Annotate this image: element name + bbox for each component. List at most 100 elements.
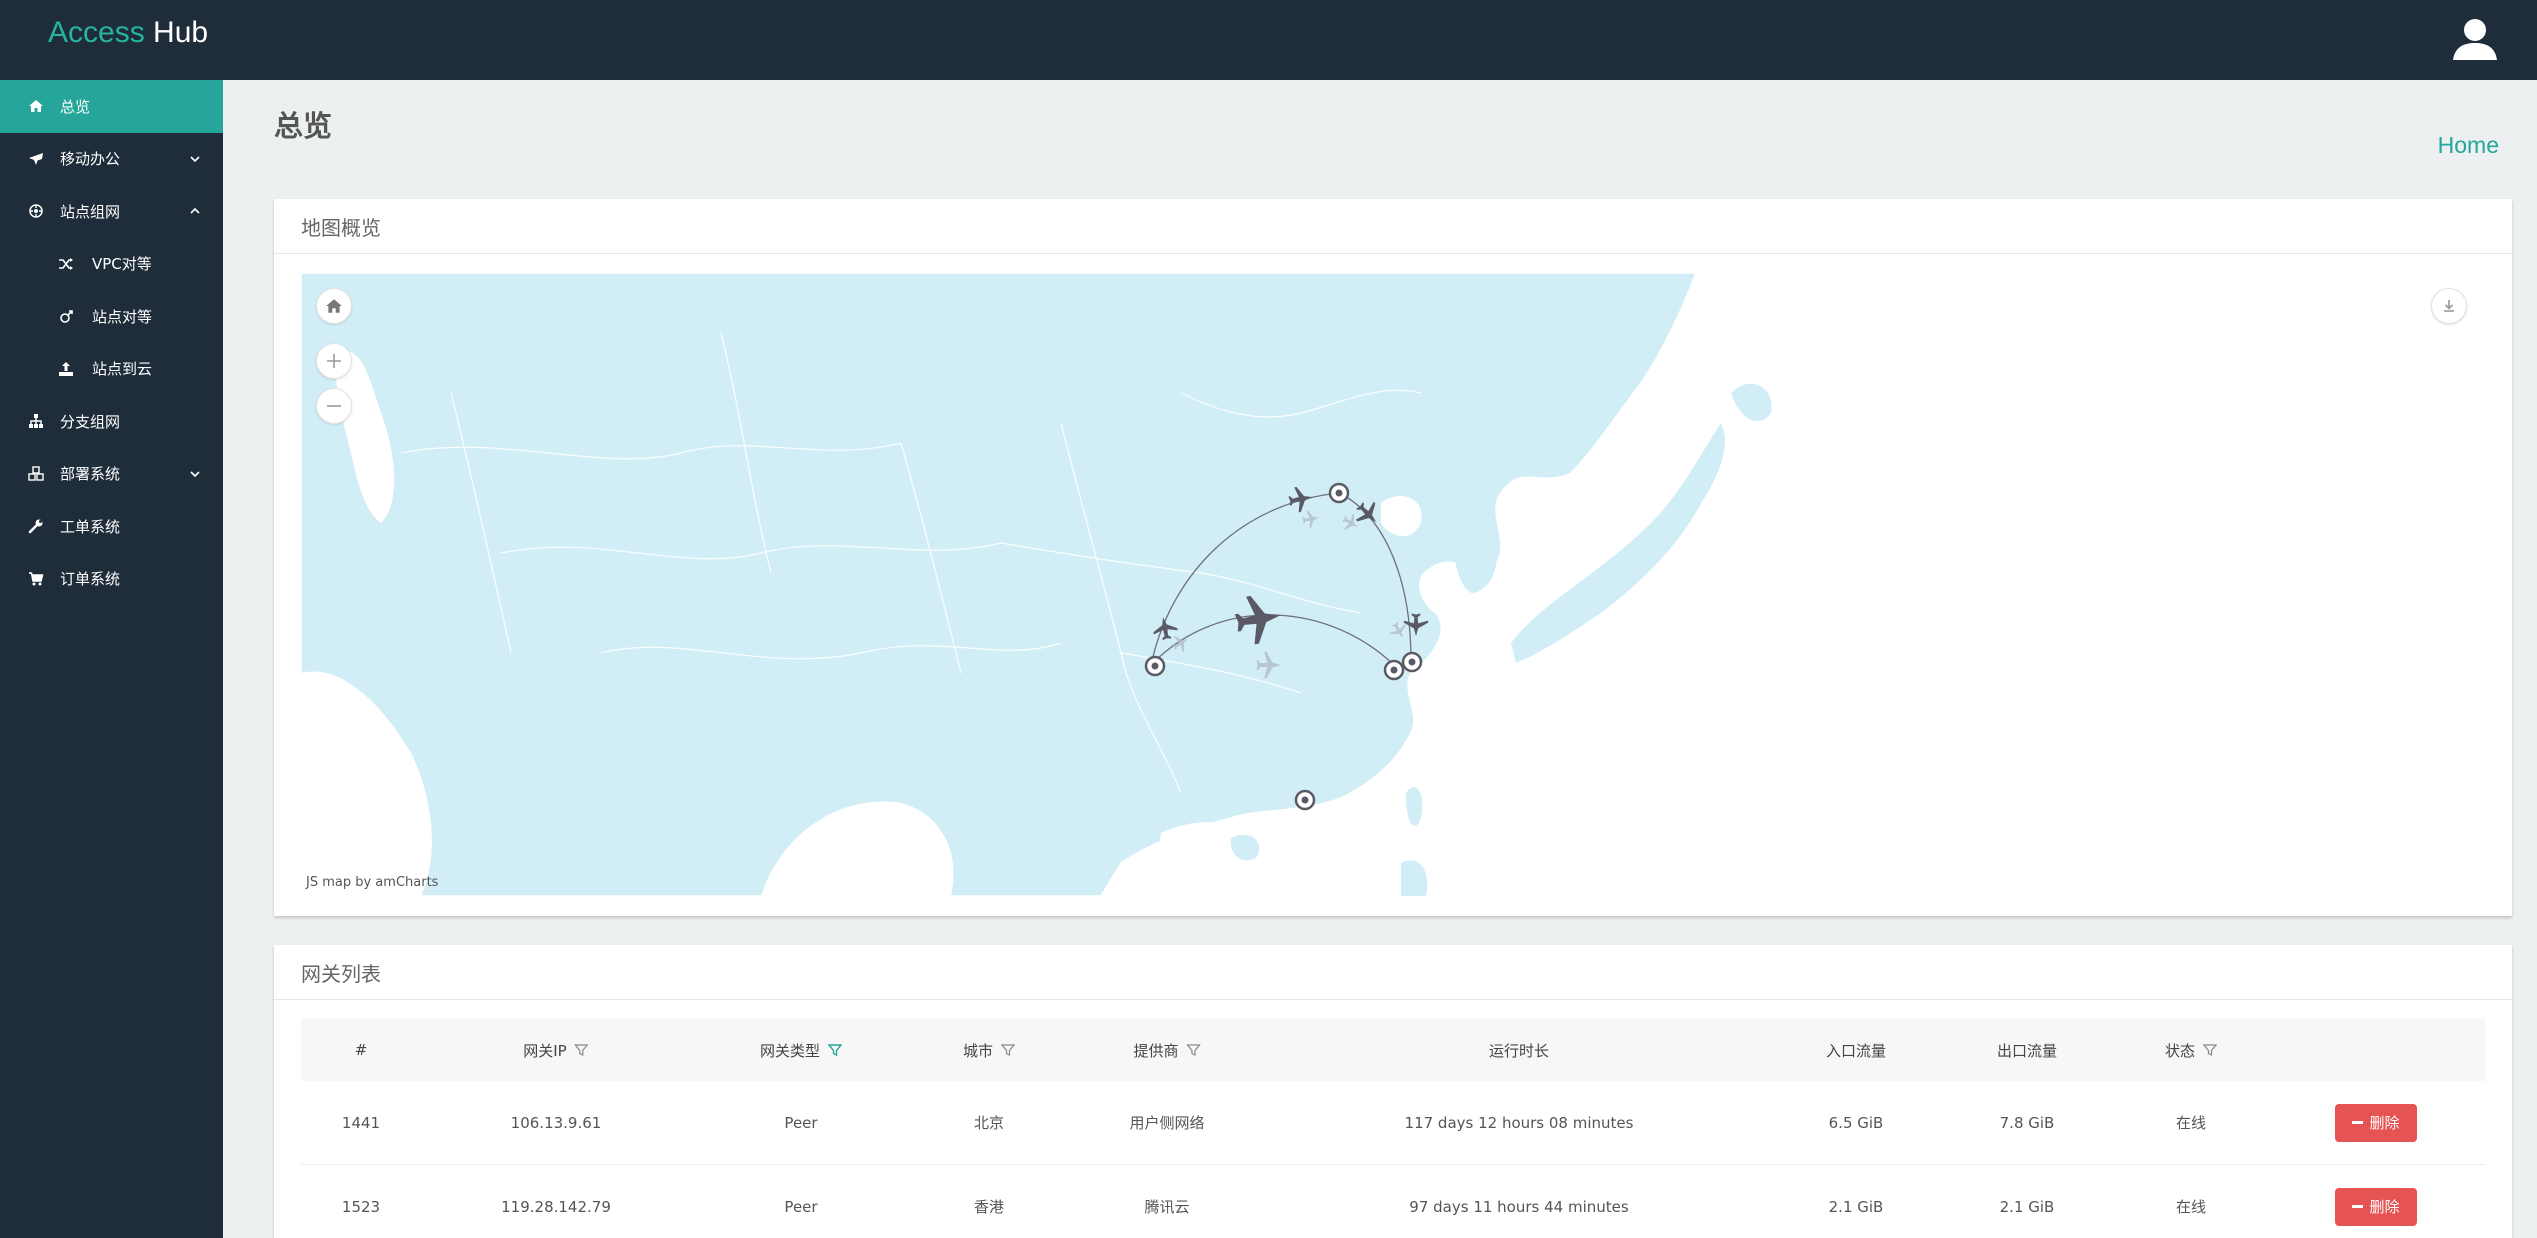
sidebar-item-label: 订单系统 <box>60 570 121 589</box>
column-header-uptime: 运行时长 <box>1489 1019 1549 1081</box>
column-header-id: # <box>355 1019 368 1081</box>
column-header-status[interactable]: 状态 <box>2164 1019 2218 1081</box>
sidebar-item-label: 总览 <box>60 97 91 116</box>
column-header-outbound-traffic: 出口流量 <box>1997 1019 2057 1081</box>
delete-button[interactable]: 删除 <box>2335 1187 2417 1226</box>
cell-city: 香港 <box>973 1198 1005 1216</box>
wrench-icon <box>28 518 44 534</box>
breadcrumb-home[interactable]: Home <box>2438 132 2499 159</box>
table-row: 1441 106.13.9.61 Peer 北京 用户侧网络 117 days … <box>301 1081 2485 1165</box>
filter-icon[interactable] <box>574 1043 589 1057</box>
cell-gateway-type: Peer <box>784 1113 818 1132</box>
city-marker-shanghai <box>1401 651 1423 673</box>
cell-action: 删除 <box>2335 1081 2417 1164</box>
column-header-inbound-traffic: 入口流量 <box>1826 1019 1886 1081</box>
download-icon <box>2444 300 2454 312</box>
filter-icon[interactable] <box>1186 1043 1201 1057</box>
app-logo[interactable]: Access Hub <box>48 16 208 50</box>
minus-icon <box>2352 1121 2364 1124</box>
shuffle-icon <box>58 256 74 272</box>
plus-icon <box>327 354 341 368</box>
peer-icon <box>58 308 74 324</box>
delete-button[interactable]: 删除 <box>2335 1103 2417 1142</box>
map-export-button[interactable] <box>2431 288 2467 324</box>
cubes-icon <box>28 466 44 482</box>
filter-icon[interactable] <box>1001 1043 1016 1057</box>
sidebar-item-mobile-office[interactable]: 移动办公 <box>0 133 223 186</box>
map-zoom-in-button[interactable] <box>316 343 352 379</box>
cell-inbound-traffic: 6.5 GiB <box>1828 1113 1884 1132</box>
column-header-label: # <box>354 1041 368 1059</box>
sidebar-item-order-system[interactable]: 订单系统 <box>0 553 223 606</box>
cell-action: 删除 <box>2335 1165 2417 1238</box>
home-icon <box>326 299 342 313</box>
plane-icon <box>28 151 44 167</box>
column-header-gateway-type[interactable]: 网关类型 <box>760 1019 843 1081</box>
land-philippines <box>1401 860 1428 896</box>
cell-gateway-ip: 106.13.9.61 <box>510 1113 602 1132</box>
user-icon[interactable] <box>2449 14 2501 66</box>
column-header-label: 城市 <box>962 1041 994 1060</box>
minus-icon <box>2352 1205 2364 1208</box>
map-zoom-out-button[interactable] <box>316 388 352 424</box>
sidebar: 总览 移动办公 站点组网 VPC对等 站点对等 站点到云 分支组网 部署系统 工… <box>0 80 223 1238</box>
sidebar-item-deploy-system[interactable]: 部署系统 <box>0 448 223 501</box>
gateway-card-title: 网关列表 <box>274 945 2512 1000</box>
map-credit[interactable]: JS map by amCharts <box>306 875 438 890</box>
map-graphic <box>301 273 1772 896</box>
sea-south-china <box>1151 822 1301 896</box>
cell-gateway-ip: 119.28.142.79 <box>501 1197 611 1216</box>
table-row: 1523 119.28.142.79 Peer 香港 腾讯云 97 days 1… <box>301 1165 2485 1238</box>
filter-icon[interactable] <box>2203 1043 2218 1057</box>
city-marker-hongkong <box>1294 789 1316 811</box>
land-taiwan <box>1406 787 1423 826</box>
map-overview-card: 地图概览 JS map by amCharts <box>274 199 2512 916</box>
map-canvas[interactable]: JS map by amCharts <box>301 273 2485 896</box>
cell-uptime: 117 days 12 hours 08 minutes <box>1404 1113 1634 1132</box>
land-hokkaido <box>1731 383 1772 422</box>
sidebar-item-label: 站点对等 <box>92 307 153 326</box>
filter-active-icon[interactable] <box>828 1043 843 1057</box>
page-title: 总览 <box>274 109 333 143</box>
brand-part-access: Access <box>48 16 145 49</box>
city-marker-chengdu <box>1144 655 1166 677</box>
cell-provider: 用户侧网络 <box>1129 1114 1205 1132</box>
column-header-gateway-ip[interactable]: 网关IP <box>523 1019 589 1081</box>
cell-status: 在线 <box>2175 1198 2207 1216</box>
cell-outbound-traffic: 7.8 GiB <box>1999 1113 2055 1132</box>
sidebar-item-site-to-cloud[interactable]: 站点到云 <box>0 343 223 396</box>
column-header-provider[interactable]: 提供商 <box>1133 1019 1201 1081</box>
cell-provider: 腾讯云 <box>1144 1198 1190 1216</box>
delete-button-label: 删除 <box>2369 1198 2400 1216</box>
column-header-label: 状态 <box>2164 1041 2196 1060</box>
chevron-up-icon <box>190 208 200 214</box>
home-icon <box>28 98 44 114</box>
cell-uptime: 97 days 11 hours 44 minutes <box>1409 1197 1629 1216</box>
top-header: Access Hub <box>0 0 2537 80</box>
minus-icon <box>327 405 341 407</box>
sidebar-item-vpc-peering[interactable]: VPC对等 <box>0 238 223 291</box>
table-header-row: # 网关IP 网关类型 城市 提供商 运行时长 入口流量 出口流量 状态 <box>301 1019 2485 1081</box>
delete-button-label: 删除 <box>2369 1114 2400 1132</box>
sidebar-item-site-network[interactable]: 站点组网 <box>0 185 223 238</box>
column-header-label: 运行时长 <box>1488 1041 1550 1060</box>
cart-icon <box>28 571 44 587</box>
column-header-label: 入口流量 <box>1825 1041 1887 1060</box>
sidebar-item-ticket-system[interactable]: 工单系统 <box>0 500 223 553</box>
map-home-button[interactable] <box>316 288 352 324</box>
city-marker-beijing <box>1328 482 1350 504</box>
column-header-city[interactable]: 城市 <box>962 1019 1016 1081</box>
sidebar-item-label: 部署系统 <box>60 465 121 484</box>
cell-outbound-traffic: 2.1 GiB <box>1999 1197 2055 1216</box>
brand-part-hub: Hub <box>153 16 209 49</box>
column-header-label: 网关IP <box>523 1041 567 1060</box>
sidebar-item-label: 分支组网 <box>60 412 121 431</box>
sidebar-item-branch-network[interactable]: 分支组网 <box>0 395 223 448</box>
column-header-label: 提供商 <box>1133 1041 1179 1060</box>
map-card-title: 地图概览 <box>274 199 2512 254</box>
sidebar-item-overview[interactable]: 总览 <box>0 80 223 133</box>
sidebar-item-site-peering[interactable]: 站点对等 <box>0 290 223 343</box>
sidebar-item-label: 站点到云 <box>92 360 153 379</box>
sidebar-item-label: 工单系统 <box>60 517 121 536</box>
sidebar-item-label: VPC对等 <box>92 255 152 274</box>
